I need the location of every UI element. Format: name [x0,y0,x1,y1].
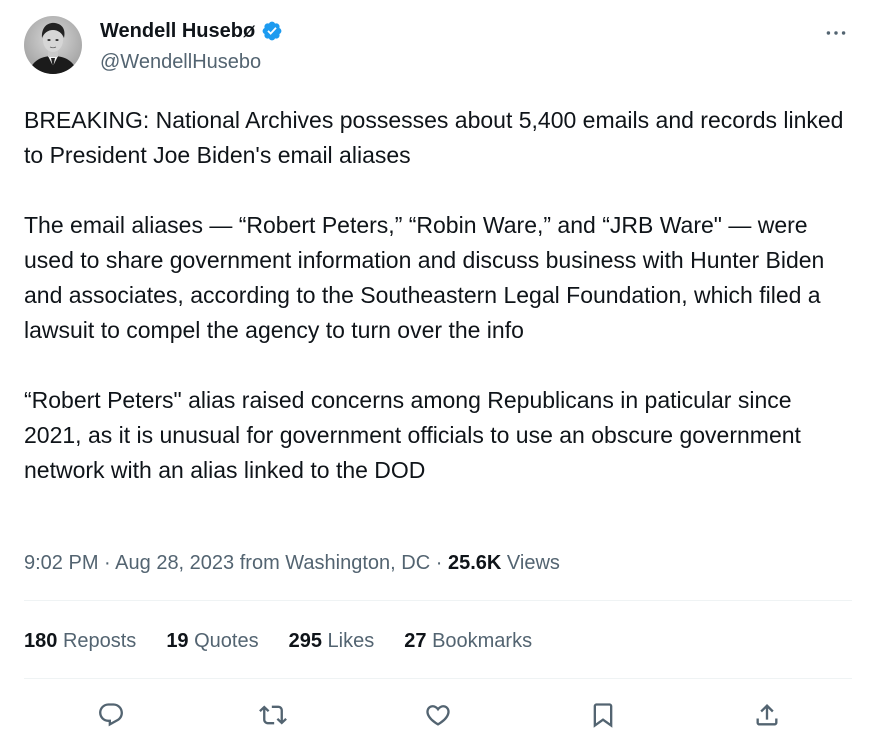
tweet-time[interactable]: 9:02 PM [24,552,98,574]
views-label: Views [506,552,560,574]
reposts-label: Reposts [62,630,137,652]
likes-label: Likes [327,630,375,652]
meta-separator: · [435,552,443,574]
quotes-stat[interactable]: 19 Quotes [166,626,258,656]
author-display-name[interactable]: Wendell Husebø [100,18,255,44]
bookmarks-label: Bookmarks [432,630,533,652]
tweet-location: from Washington, DC [239,552,431,574]
views-count: 25.6K [447,552,502,574]
reply-icon [99,703,123,727]
repost-icon [259,705,287,725]
reposts-count: 180 [24,630,58,652]
bookmarks-count: 27 [404,630,427,652]
reply-button[interactable] [94,698,128,732]
bookmark-button[interactable] [586,698,620,732]
engagement-stats: 180 Reposts 19 Quotes 295 Likes 27 Bookm… [24,626,532,656]
tweet-text: BREAKING: National Archives possesses ab… [24,103,844,523]
tweet-meta: 9:02 PM · Aug 28, 2023 from Washington, … [24,548,560,578]
more-dots-icon [826,31,846,35]
share-button[interactable] [750,698,784,732]
avatar[interactable] [24,16,82,74]
like-button[interactable] [421,698,455,732]
divider [24,600,852,601]
quotes-label: Quotes [194,630,259,652]
reposts-stat[interactable]: 180 Reposts [24,626,136,656]
bookmark-icon [593,703,613,728]
repost-button[interactable] [256,698,290,732]
bookmarks-stat[interactable]: 27 Bookmarks [404,626,532,656]
quotes-count: 19 [166,630,189,652]
share-icon [756,704,778,726]
tweet-date[interactable]: Aug 28, 2023 [115,552,234,574]
avatar-image [24,16,82,74]
tweet: Wendell Husebø @WendellHusebo BREAKING: … [0,0,875,750]
tweet-paragraph: BREAKING: National Archives possesses ab… [24,107,844,168]
verified-badge-icon[interactable] [261,20,283,42]
like-icon [426,705,450,726]
author-name-row: Wendell Husebø [100,18,283,44]
meta-separator: · [104,552,111,574]
action-bar [24,690,852,740]
author-handle[interactable]: @WendellHusebo [100,49,261,75]
likes-stat[interactable]: 295 Likes [289,626,375,656]
divider [24,678,852,679]
more-options-button[interactable] [821,18,851,48]
tweet-paragraph: “Robert Peters" alias raised concerns am… [24,387,801,483]
tweet-paragraph: The email aliases — “Robert Peters,” “Ro… [24,212,825,343]
likes-count: 295 [288,630,322,652]
